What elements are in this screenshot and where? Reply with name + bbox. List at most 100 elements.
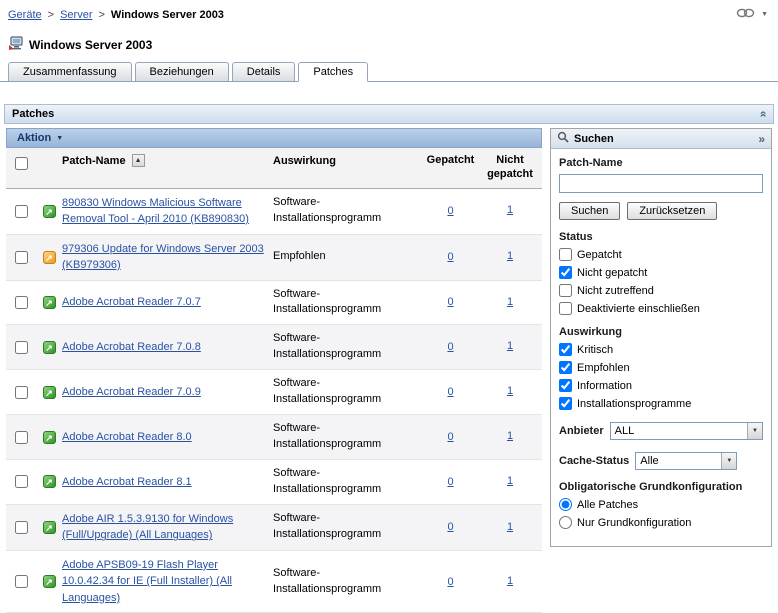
- table-row: 890830 Windows Malicious Software Remova…: [6, 189, 542, 235]
- impact-filter-options: Kritisch Empfohlen Information Installat…: [559, 343, 763, 410]
- row-checkbox[interactable]: [15, 431, 28, 444]
- patched-count-link[interactable]: 0: [447, 251, 453, 263]
- patch-update-icon: [43, 341, 56, 354]
- expand-search-icon[interactable]: »: [758, 132, 765, 146]
- filter-option[interactable]: Kritisch: [559, 343, 763, 356]
- patched-count-link[interactable]: 0: [447, 521, 453, 533]
- patch-name-link[interactable]: Adobe Acrobat Reader 7.0.7: [62, 296, 201, 308]
- patch-name-link[interactable]: Adobe APSB09-19 Flash Player 10.0.42.34 …: [62, 559, 232, 604]
- patch-name-link[interactable]: Adobe Acrobat Reader 8.1: [62, 476, 192, 488]
- row-checkbox[interactable]: [15, 341, 28, 354]
- not-patched-count-link[interactable]: 1: [507, 250, 513, 262]
- patch-name-link[interactable]: Adobe AIR 1.5.3.9130 for Windows (Full/U…: [62, 513, 233, 542]
- status-section-label: Status: [559, 231, 763, 243]
- patches-panel-body: Aktion ▼ Patch-Name ▲ Auswirkung Gepatch…: [4, 124, 774, 613]
- search-panel: Suchen » Patch-Name Suchen Zurücksetzen …: [550, 128, 772, 547]
- filter-checkbox[interactable]: [559, 361, 572, 374]
- baseline-section-label: Obligatorische Grundkonfiguration: [559, 481, 763, 493]
- row-checkbox[interactable]: [15, 296, 28, 309]
- sort-ascending-icon[interactable]: ▲: [132, 154, 145, 167]
- not-patched-count-link[interactable]: 1: [507, 340, 513, 352]
- filter-checkbox[interactable]: [559, 284, 572, 297]
- reset-button[interactable]: Zurücksetzen: [627, 202, 717, 220]
- patched-count-link[interactable]: 0: [447, 296, 453, 308]
- not-patched-count-link[interactable]: 1: [507, 296, 513, 308]
- filter-option-label: Empfohlen: [577, 362, 630, 374]
- patch-table: Aktion ▼ Patch-Name ▲ Auswirkung Gepatch…: [6, 128, 542, 613]
- filter-checkbox[interactable]: [559, 379, 572, 392]
- filter-checkbox[interactable]: [559, 397, 572, 410]
- filter-option[interactable]: Alle Patches: [559, 498, 763, 511]
- patched-count-link[interactable]: 0: [447, 205, 453, 217]
- link-icon[interactable]: [736, 7, 755, 22]
- row-checkbox[interactable]: [15, 575, 28, 588]
- tab-details[interactable]: Details: [232, 62, 296, 81]
- search-button[interactable]: Suchen: [559, 202, 620, 220]
- row-checkbox[interactable]: [15, 205, 28, 218]
- patched-count-link[interactable]: 0: [447, 341, 453, 353]
- collapse-panel-icon[interactable]: »: [756, 111, 770, 118]
- breadcrumb-link-geraete[interactable]: Geräte: [8, 9, 42, 21]
- patch-update-icon: [43, 475, 56, 488]
- filter-option[interactable]: Empfohlen: [559, 361, 763, 374]
- patched-count-link[interactable]: 0: [447, 386, 453, 398]
- breadcrumb-current: Windows Server 2003: [111, 9, 224, 21]
- filter-radio[interactable]: [559, 498, 572, 511]
- patch-impact-text: Software-Installationsprogramm: [273, 466, 423, 498]
- filter-radio[interactable]: [559, 516, 572, 529]
- patch-name-link[interactable]: Adobe Acrobat Reader 7.0.9: [62, 386, 201, 398]
- filter-checkbox[interactable]: [559, 248, 572, 261]
- top-menu-arrow-icon[interactable]: ▼: [761, 11, 768, 18]
- row-checkbox[interactable]: [15, 251, 28, 264]
- patched-count-link[interactable]: 0: [447, 431, 453, 443]
- patch-name-link[interactable]: Adobe Acrobat Reader 8.0: [62, 431, 192, 443]
- patch-update-icon: [43, 521, 56, 534]
- filter-option[interactable]: Nicht zutreffend: [559, 284, 763, 297]
- not-patched-count-link[interactable]: 1: [507, 575, 513, 587]
- filter-option[interactable]: Installationsprogramme: [559, 397, 763, 410]
- filter-option[interactable]: Nur Grundkonfiguration: [559, 516, 763, 529]
- filter-option-label: Alle Patches: [577, 499, 638, 511]
- top-icons: ▼: [736, 7, 768, 22]
- patched-count-link[interactable]: 0: [447, 576, 453, 588]
- breadcrumb-link-server[interactable]: Server: [60, 9, 92, 21]
- patch-update-icon: [43, 251, 56, 264]
- tab-zusammenfassung[interactable]: Zusammenfassung: [8, 62, 132, 81]
- not-patched-count-link[interactable]: 1: [507, 385, 513, 397]
- filter-option[interactable]: Deaktivierte einschließen: [559, 302, 763, 315]
- patched-count-link[interactable]: 0: [447, 476, 453, 488]
- filter-option[interactable]: Gepatcht: [559, 248, 763, 261]
- filter-checkbox[interactable]: [559, 302, 572, 315]
- patch-update-icon: [43, 431, 56, 444]
- filter-checkbox[interactable]: [559, 266, 572, 279]
- not-patched-count-link[interactable]: 1: [507, 430, 513, 442]
- table-row: Adobe Acrobat Reader 7.0.7 Software-Inst…: [6, 281, 542, 326]
- search-panel-body: Patch-Name Suchen Zurücksetzen Status Ge…: [551, 149, 771, 546]
- vendor-dropdown[interactable]: ALL ▼: [610, 422, 763, 440]
- cache-status-dropdown[interactable]: Alle ▼: [635, 452, 737, 470]
- not-patched-count-link[interactable]: 1: [507, 521, 513, 533]
- patch-name-link[interactable]: 979306 Update for Windows Server 2003 (K…: [62, 243, 264, 272]
- filter-option[interactable]: Information: [559, 379, 763, 392]
- row-checkbox[interactable]: [15, 386, 28, 399]
- tab-patches[interactable]: Patches: [298, 62, 368, 82]
- action-menu[interactable]: Aktion ▼: [17, 132, 63, 144]
- patch-name-input[interactable]: [559, 174, 763, 193]
- patch-name-link[interactable]: 890830 Windows Malicious Software Remova…: [62, 197, 249, 226]
- filter-option[interactable]: Nicht gepatcht: [559, 266, 763, 279]
- row-checkbox[interactable]: [15, 521, 28, 534]
- not-patched-count-link[interactable]: 1: [507, 204, 513, 216]
- column-header-nicht-gepatcht: Nicht gepatcht: [478, 154, 542, 182]
- tab-beziehungen[interactable]: Beziehungen: [135, 62, 229, 81]
- table-row: Adobe Acrobat Reader 7.0.8 Software-Inst…: [6, 325, 542, 370]
- row-checkbox[interactable]: [15, 475, 28, 488]
- filter-checkbox[interactable]: [559, 343, 572, 356]
- table-row: Adobe Acrobat Reader 8.1 Software-Instal…: [6, 460, 542, 505]
- top-bar: Geräte > Server > Windows Server 2003 ▼: [0, 0, 778, 24]
- dropdown-arrow-icon: ▼: [747, 423, 762, 439]
- table-row: Adobe APSB09-19 Flash Player 10.0.42.34 …: [6, 551, 542, 613]
- column-header-patch-name[interactable]: Patch-Name: [62, 155, 126, 167]
- select-all-checkbox[interactable]: [15, 157, 28, 170]
- patch-name-link[interactable]: Adobe Acrobat Reader 7.0.8: [62, 341, 201, 353]
- not-patched-count-link[interactable]: 1: [507, 475, 513, 487]
